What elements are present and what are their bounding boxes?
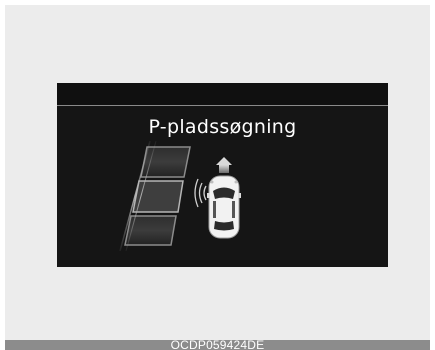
display-top-strip bbox=[57, 83, 388, 105]
sensor-waves-icon bbox=[194, 178, 207, 208]
sensor-wave bbox=[198, 182, 203, 204]
parking-slot bbox=[124, 215, 177, 246]
cluster-display: P-pladssøgning bbox=[57, 83, 388, 267]
parking-slot bbox=[140, 146, 191, 178]
figure-code: OCDP059424DE bbox=[170, 340, 265, 350]
screen-title: P-pladssøgning bbox=[148, 116, 297, 138]
sensor-wave bbox=[194, 178, 199, 208]
figure-caption-bar: OCDP059424DE bbox=[5, 340, 430, 350]
sensor-wave bbox=[203, 185, 207, 201]
display-divider bbox=[57, 105, 388, 106]
parking-slots-icon bbox=[119, 141, 191, 251]
arrow-up-icon bbox=[216, 157, 232, 173]
car-top-view-icon bbox=[207, 175, 241, 239]
parking-search-illustration bbox=[119, 141, 241, 251]
